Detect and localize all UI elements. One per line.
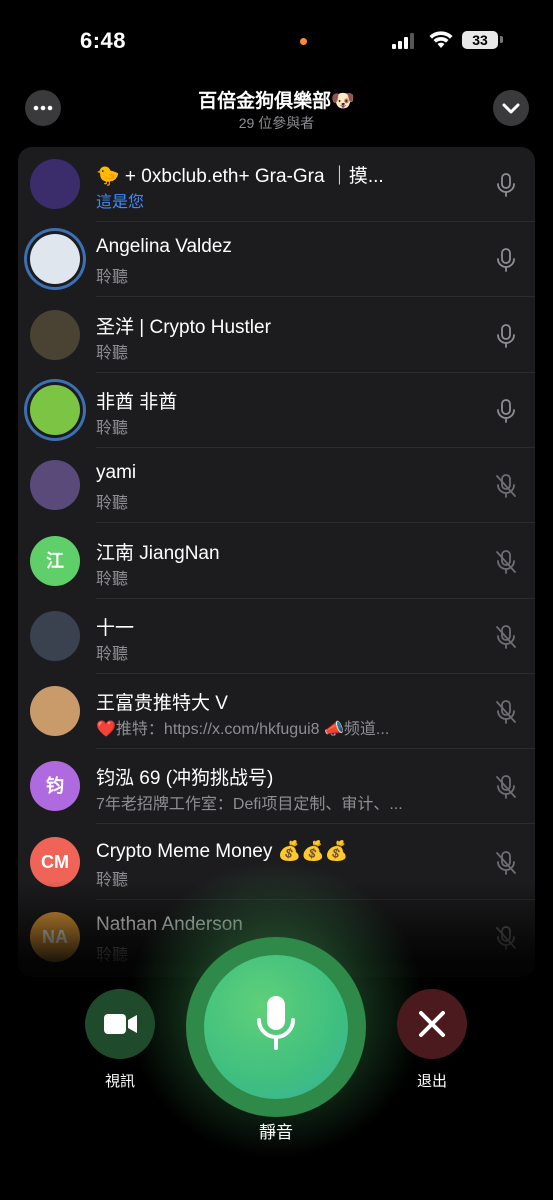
avatar-initials: 江	[46, 550, 64, 571]
participant-status: ❤️推特：https://x.com/hkfugui8 📣频道...	[96, 721, 390, 739]
leave-button[interactable]	[397, 989, 467, 1059]
participant-row[interactable]: 🐤 + 0xbclub.eth+ Gra-Gra ｜摸... 這是您	[18, 147, 535, 222]
microphone-icon	[497, 323, 515, 348]
avatar	[30, 309, 80, 360]
microphone-muted-icon	[496, 624, 516, 649]
participant-row[interactable]: Angelina Valdez 聆聽	[18, 222, 535, 298]
participant-row[interactable]: 十一 聆聽	[18, 599, 535, 674]
microphone-muted-icon	[496, 549, 516, 574]
participant-row[interactable]: 非酋 非酋 聆聽	[18, 373, 535, 448]
participant-list[interactable]: 🐤 + 0xbclub.eth+ Gra-Gra ｜摸... 這是您 Angelin…	[18, 147, 535, 977]
video-camera-icon	[104, 1014, 137, 1034]
video-button[interactable]	[85, 989, 155, 1059]
microphone-muted-icon	[496, 850, 516, 875]
participant-status: 聆聽	[96, 344, 129, 362]
avatar: 江	[30, 535, 80, 586]
cellular-signal-icon	[392, 33, 414, 49]
video-label: 視訊	[104, 1073, 135, 1090]
participant-status: 7年老招牌工作室：Defi项目定制、审计、...	[96, 796, 403, 814]
participant-name: 非酋 非酋	[96, 391, 178, 413]
microphone-muted-icon	[496, 775, 516, 800]
microphone-icon	[497, 173, 515, 197]
participant-status: 這是您	[96, 194, 145, 211]
call-header: 百倍金狗俱樂部🐶 29 位參與者	[0, 80, 553, 140]
participant-status: 聆聽	[96, 570, 129, 588]
status-bar: 6:48 33	[0, 0, 553, 80]
microphone-icon	[497, 248, 515, 273]
leave-label: 退出	[416, 1073, 447, 1090]
microphone-icon	[257, 996, 295, 1050]
avatar	[30, 686, 80, 737]
avatar	[30, 234, 80, 285]
clock: 6:48	[80, 28, 127, 53]
participant-row[interactable]: 圣洋 | Crypto Hustler 聆聽	[18, 298, 535, 373]
participant-count: 29 位參與者	[238, 115, 315, 131]
avatar: 钧	[30, 761, 80, 812]
avatar	[30, 610, 80, 661]
participant-name: 江南 JiangNan	[96, 542, 220, 564]
participant-status: 聆聽	[96, 269, 129, 287]
participant-name: Crypto Meme Money 💰💰💰	[96, 840, 349, 862]
participant-name: Angelina Valdez	[96, 236, 232, 258]
avatar	[30, 384, 80, 435]
participant-name: 十一	[96, 617, 135, 639]
collapse-button[interactable]	[493, 90, 529, 126]
mute-label: 靜音	[259, 1123, 293, 1142]
avatar-initials: 钧	[46, 776, 64, 797]
chevron-down-icon	[502, 103, 520, 114]
microphone-muted-icon	[496, 474, 516, 499]
participant-name: 钧泓 69 (冲狗挑战号)	[96, 768, 274, 790]
participant-row[interactable]: yami 聆聽	[18, 448, 535, 524]
microphone-muted-icon	[496, 700, 516, 724]
participant-row[interactable]: 江 江南 JiangNan 聆聽	[18, 524, 535, 599]
avatar	[30, 159, 80, 209]
participant-name: 🐤 + 0xbclub.eth+ Gra-Gra ｜摸...	[96, 166, 384, 187]
participant-row[interactable]: 王富贵推特大 V ❤️推特：https://x.com/hkfugui8 📣频道.…	[18, 674, 535, 750]
participant-status: 聆聽	[96, 645, 129, 663]
wifi-icon	[429, 31, 453, 48]
participant-row[interactable]: 钧 钧泓 69 (冲狗挑战号) 7年老招牌工作室：Defi项目定制、审计、...	[18, 749, 535, 825]
participant-status: 聆聽	[96, 419, 129, 437]
participant-status: 聆聽	[96, 495, 129, 513]
group-title: 百倍金狗俱樂部🐶	[198, 91, 355, 112]
participant-name: 王富贵推特大 V	[96, 693, 228, 715]
battery-tip	[500, 36, 503, 43]
participant-name: 圣洋 | Crypto Hustler	[96, 316, 271, 338]
avatar	[30, 460, 80, 511]
participant-name: yami	[96, 462, 137, 484]
battery-indicator: 33	[462, 31, 498, 49]
close-icon	[419, 1011, 445, 1037]
microphone-icon	[497, 398, 515, 423]
mic-in-use-indicator	[300, 38, 307, 45]
